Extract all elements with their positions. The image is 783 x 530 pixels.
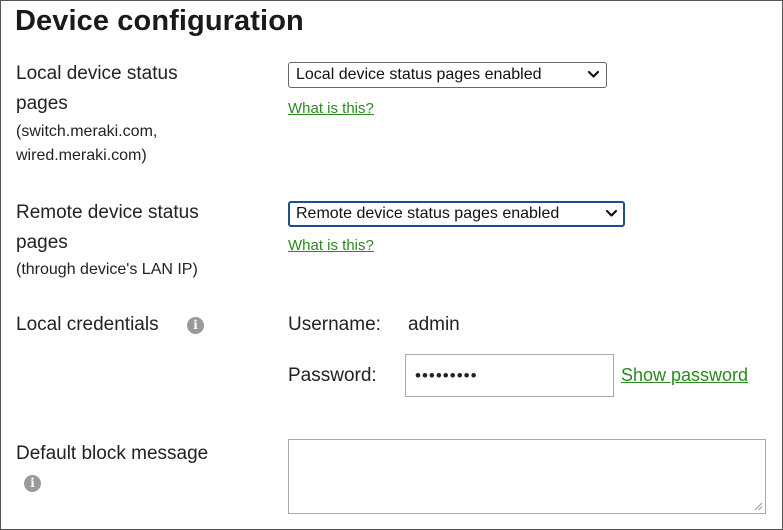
default-block-message-label: Default block message — [16, 443, 209, 464]
chevron-down-icon — [605, 209, 618, 217]
device-configuration-panel: Device configuration Local device status… — [0, 0, 783, 530]
password-label: Password: — [288, 365, 377, 386]
username-label: Username: — [288, 314, 381, 335]
password-field[interactable]: ••••••••• — [405, 354, 614, 397]
info-icon[interactable]: i — [24, 475, 41, 492]
local-status-sub-line1: (switch.meraki.com, — [16, 123, 158, 140]
remote-status-select[interactable]: Remote device status pages enabled — [288, 201, 625, 227]
remote-status-label-line2: pages — [16, 232, 68, 253]
page-title: Device configuration — [15, 5, 304, 37]
username-value: admin — [408, 314, 460, 335]
local-status-select-value: Local device status pages enabled — [296, 66, 542, 83]
local-status-select[interactable]: Local device status pages enabled — [288, 62, 607, 88]
chevron-down-icon — [587, 70, 600, 78]
local-status-label-line1: Local device status — [16, 63, 178, 84]
remote-status-sub-line1: (through device's LAN IP) — [16, 261, 198, 278]
default-block-message-textarea[interactable] — [288, 439, 766, 514]
remote-status-label-line1: Remote device status — [16, 202, 199, 223]
local-status-label-line2: pages — [16, 93, 68, 114]
resize-grip-icon[interactable] — [753, 501, 763, 511]
info-icon[interactable]: i — [187, 317, 204, 334]
show-password-link[interactable]: Show password — [621, 365, 748, 386]
remote-status-select-value: Remote device status pages enabled — [296, 205, 560, 222]
local-credentials-label: Local credentials — [16, 314, 159, 335]
local-status-help-link[interactable]: What is this? — [288, 100, 374, 117]
remote-status-help-link[interactable]: What is this? — [288, 237, 374, 254]
local-status-sub-line2: wired.meraki.com) — [16, 147, 147, 164]
